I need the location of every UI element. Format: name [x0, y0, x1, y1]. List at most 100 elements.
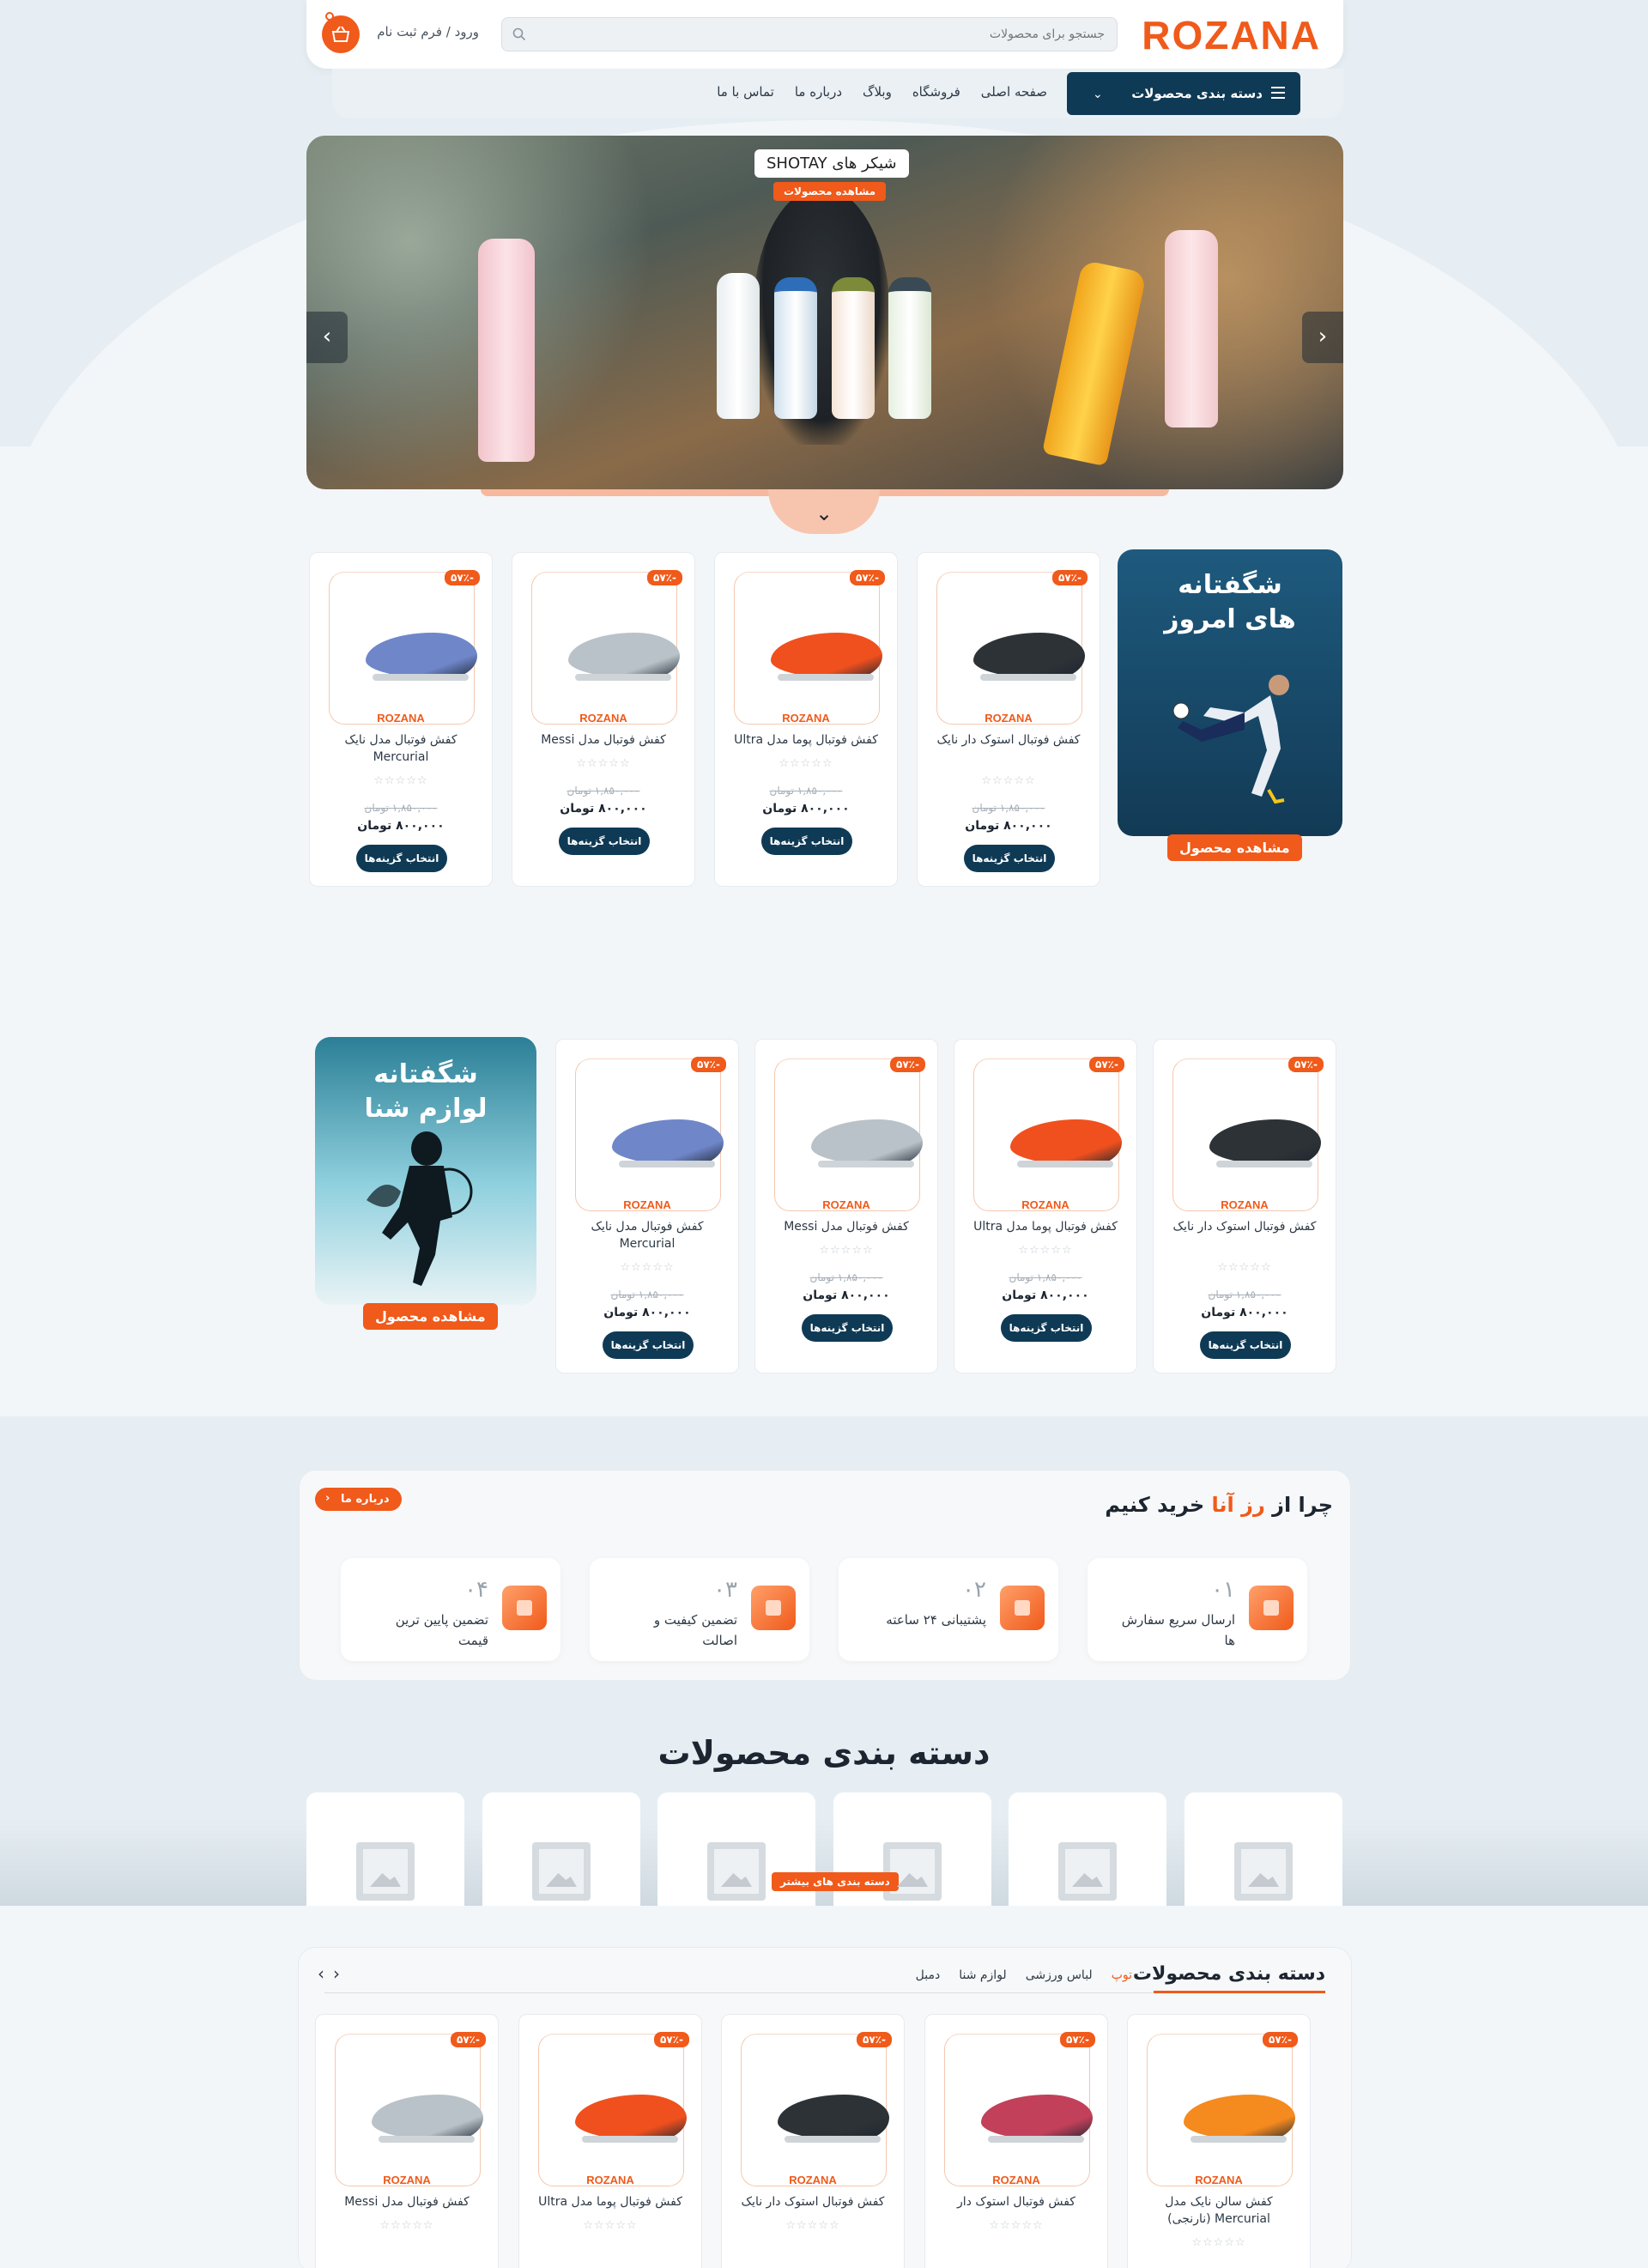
chevron-down-icon[interactable]: ⌄ [1093, 88, 1103, 101]
category-tile[interactable] [482, 1792, 640, 1906]
tab-dumbbell[interactable]: دمبل [916, 1968, 941, 1982]
product-image-frame[interactable] [734, 572, 882, 725]
old-price: ۱,۸۵۰,۰۰۰ تومان [809, 1271, 883, 1283]
product-image-frame[interactable] [531, 572, 680, 725]
select-options-button[interactable]: انتخاب گزینه‌ها [559, 828, 650, 855]
category-tile[interactable] [1184, 1792, 1342, 1906]
product-image-frame[interactable] [944, 2034, 1093, 2186]
product-image-frame[interactable] [575, 1058, 724, 1211]
product-title[interactable]: کفش فوتبال استوک دار نایک [926, 731, 1091, 749]
site-logo[interactable]: ROZANA [1142, 12, 1321, 58]
promo-title-line2: های امروز [1164, 604, 1296, 634]
product-title[interactable]: کفش فوتبال استوک دار نایک [730, 2193, 895, 2210]
product-title[interactable]: کفش فوتبال استوک دار [934, 2193, 1099, 2210]
nav-home[interactable]: صفحه اصلی [981, 84, 1047, 100]
product-card[interactable]: -۵۷٪ ROZANA کفش فوتبال پوما مدل Ultra ☆☆☆☆☆ [518, 2014, 702, 2268]
image-placeholder-icon [1234, 1842, 1293, 1901]
search-input[interactable] [555, 18, 1105, 51]
old-price: ۱,۸۵۰,۰۰۰ تومان [1009, 1271, 1082, 1283]
chevron-left-icon[interactable]: ‹ [333, 1963, 348, 1984]
chevron-right-icon[interactable]: › [318, 1963, 333, 1984]
rating-stars: ☆☆☆☆☆ [1191, 2236, 1246, 2249]
product-card[interactable]: -۵۷٪ ROZANA کفش فوتبال استوک دار نایک ☆☆☆☆☆… [917, 552, 1100, 887]
site-header: ROZANA ورود / فرم ثبت نام [306, 0, 1343, 69]
slider-next-button[interactable]: › [1302, 312, 1343, 363]
bottle-orange [832, 277, 875, 419]
product-image-frame[interactable] [741, 2034, 889, 2186]
brand-logo: ROZANA [789, 2174, 837, 2186]
login-register-link[interactable]: ورود / فرم ثبت نام [377, 24, 479, 39]
select-options-button[interactable]: انتخاب گزینه‌ها [761, 828, 852, 855]
product-title[interactable]: کفش فوتبال استوک دار نایک [1162, 1218, 1327, 1235]
product-title[interactable]: کفش فوتبال مدل Messi [764, 1218, 929, 1235]
old-price: ۱,۸۵۰,۰۰۰ تومان [972, 802, 1045, 814]
image-placeholder-icon [532, 1842, 591, 1901]
shoe-image [981, 2095, 1093, 2141]
product-title[interactable]: کفش فوتبال پوما مدل Ultra [528, 2193, 693, 2210]
nav-shop[interactable]: فروشگاه [912, 84, 960, 100]
product-image-frame[interactable] [329, 572, 477, 725]
brand-logo: ROZANA [1021, 1198, 1069, 1211]
select-options-button[interactable]: انتخاب گزینه‌ها [1200, 1331, 1291, 1359]
select-options-button[interactable]: انتخاب گزینه‌ها [964, 845, 1055, 872]
product-card[interactable]: -۵۷٪ ROZANA کفش فوتبال پوما مدل Ultra ☆☆☆☆☆… [714, 552, 898, 887]
shoe-image [1209, 1119, 1321, 1166]
discount-badge: -۵۷٪ [1263, 2032, 1298, 2047]
promo-view-button[interactable]: مشاهده محصول [1167, 834, 1302, 861]
product-title[interactable]: کفش فوتبال پوما مدل Ultra [724, 731, 888, 749]
product-title[interactable]: کفش فوتبال مدل نایک Mercurial [565, 1218, 730, 1252]
select-options-button[interactable]: انتخاب گزینه‌ها [603, 1331, 694, 1359]
product-card[interactable]: -۵۷٪ ROZANA کفش فوتبال مدل نایک Mercurial ☆… [309, 552, 493, 887]
hero-cta-button[interactable]: مشاهده محصولات [773, 182, 887, 201]
promo-swim-banner[interactable]: شگفتانه لوازم شنا [315, 1037, 536, 1305]
category-tile[interactable] [306, 1792, 464, 1906]
tab-ball[interactable]: توپ [1112, 1968, 1132, 1982]
product-image-frame[interactable] [936, 572, 1085, 725]
product-card[interactable]: -۵۷٪ ROZANA کفش سالن نایک مدل Mercurial (ن… [1127, 2014, 1311, 2268]
tab-sportswear[interactable]: لباس ورزشی [1026, 1968, 1093, 1982]
product-image-frame[interactable] [774, 1058, 923, 1211]
product-image-frame[interactable] [335, 2034, 483, 2186]
about-us-button[interactable]: درباره ما ‹ [315, 1488, 402, 1511]
product-title[interactable]: کفش فوتبال پوما مدل Ultra [963, 1218, 1128, 1235]
why-us-title: چرا از رز آنا خرید کنیم [1105, 1493, 1333, 1517]
nav-about[interactable]: درباره ما [795, 84, 842, 100]
product-card[interactable]: -۵۷٪ ROZANA کفش فوتبال پوما مدل Ultra ☆☆☆☆☆… [954, 1039, 1137, 1374]
select-options-button[interactable]: انتخاب گزینه‌ها [356, 845, 447, 872]
slider-prev-button[interactable]: ‹ [306, 312, 348, 363]
select-options-button[interactable]: انتخاب گزینه‌ها [1001, 1314, 1092, 1342]
product-title[interactable]: کفش فوتبال مدل Messi [324, 2193, 489, 2210]
category-tile[interactable] [1009, 1792, 1166, 1906]
product-title[interactable]: کفش فوتبال مدل نایک Mercurial [318, 731, 483, 766]
product-image-frame[interactable] [1147, 2034, 1295, 2186]
discount-badge: -۵۷٪ [857, 2032, 892, 2047]
promo-today-banner[interactable]: شگفتانه های امروز [1118, 549, 1342, 836]
nav-contact[interactable]: تماس با ما [717, 84, 774, 100]
promo2-title-line2: لوازم شنا [364, 1094, 488, 1124]
product-image-frame[interactable] [973, 1058, 1122, 1211]
product-image-frame[interactable] [1172, 1058, 1321, 1211]
product-card[interactable]: -۵۷٪ ROZANA کفش فوتبال مدل Messi ☆☆☆☆☆ ۱,۸۵۰… [754, 1039, 938, 1374]
brand-logo: ROZANA [822, 1198, 870, 1211]
promo2-view-button[interactable]: مشاهده محصول [363, 1303, 498, 1330]
nav-blog[interactable]: وبلاگ [863, 84, 892, 100]
product-card[interactable]: -۵۷٪ ROZANA کفش فوتبال مدل Messi ☆☆☆☆☆ [315, 2014, 499, 2268]
product-card[interactable]: -۵۷٪ ROZANA کفش فوتبال مدل Messi ☆☆☆☆☆ ۱,۸۵۰… [512, 552, 695, 887]
product-title[interactable]: کفش سالن نایک مدل Mercurial (نارنجی) [1136, 2193, 1301, 2228]
search-icon[interactable] [512, 27, 526, 41]
cart-badge [325, 12, 334, 21]
hero-title: شیکر های SHOTAY [754, 149, 909, 178]
product-card[interactable]: -۵۷٪ ROZANA کفش فوتبال مدل نایک Mercurial ☆… [555, 1039, 739, 1374]
select-options-button[interactable]: انتخاب گزینه‌ها [802, 1314, 893, 1342]
product-card[interactable]: -۵۷٪ ROZANA کفش فوتبال استوک دار نایک ☆☆☆☆☆… [1153, 1039, 1336, 1374]
product-title[interactable]: کفش فوتبال مدل Messi [521, 731, 686, 749]
tab-swim[interactable]: لوازم شنا [959, 1968, 1007, 1982]
product-image-frame[interactable] [538, 2034, 687, 2186]
price: ۸۰۰,۰۰۰ تومان [762, 802, 850, 816]
old-price: ۱,۸۵۰,۰۰۰ تومان [566, 785, 640, 797]
product-card[interactable]: -۵۷٪ ROZANA کفش فوتبال استوک دار نایک ☆☆☆☆☆ [721, 2014, 905, 2268]
product-card[interactable]: -۵۷٪ ROZANA کفش فوتبال استوک دار ☆☆☆☆☆ [924, 2014, 1108, 2268]
shoe-image [372, 2095, 483, 2141]
cart-button[interactable] [322, 15, 360, 53]
more-categories-button[interactable]: دسته بندی های بیشتر [772, 1872, 899, 1891]
